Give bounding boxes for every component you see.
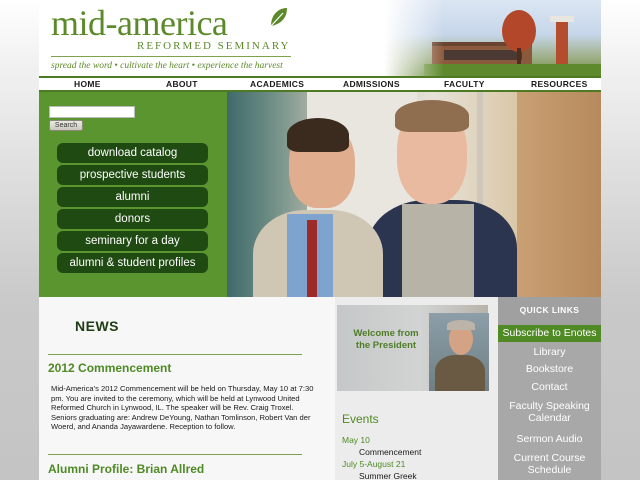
nav-home[interactable]: HOME [74, 79, 101, 89]
prospective-students-button[interactable]: prospective students [57, 165, 208, 185]
quick-link-bookstore[interactable]: Bookstore [498, 363, 601, 375]
quick-link-sermon-audio[interactable]: Sermon Audio [498, 433, 601, 445]
leaf-icon [270, 8, 287, 27]
page: mid-america REFORMED SEMINARY spread the… [39, 0, 601, 480]
quick-link-library[interactable]: Library [498, 346, 601, 358]
main-nav: HOME ABOUT ACADEMICS ADMISSIONS FACULTY … [39, 78, 601, 92]
quick-link-contact[interactable]: Contact [498, 381, 601, 393]
welcome-text: Welcome from the President [353, 328, 419, 351]
news-heading: NEWS [75, 318, 119, 334]
logo-subtitle: REFORMED SEMINARY [137, 40, 291, 52]
event-date: July 5-August 21 [342, 459, 406, 469]
search-button[interactable]: Search [49, 120, 83, 131]
left-panel: Search download catalog prospective stud… [39, 92, 227, 297]
nav-faculty[interactable]: FACULTY [444, 79, 485, 89]
content-area: NEWS 2012 Commencement Mid-America's 201… [39, 297, 601, 480]
article-body: Mid-America's 2012 Commencement will be … [51, 384, 314, 431]
campus-photo [384, 0, 601, 76]
donors-button[interactable]: donors [57, 209, 208, 229]
event-name[interactable]: Summer Greek [359, 471, 417, 480]
nav-resources[interactable]: RESOURCES [531, 79, 588, 89]
nav-academics[interactable]: ACADEMICS [250, 79, 304, 89]
download-catalog-button[interactable]: download catalog [57, 143, 208, 163]
seminary-for-a-day-button[interactable]: seminary for a day [57, 231, 208, 251]
tagline: spread the word • cultivate the heart • … [51, 61, 283, 71]
article-title-alumni-profile[interactable]: Alumni Profile: Brian Allred [48, 462, 204, 476]
middle-column: Welcome from the President Events May 10… [335, 297, 498, 480]
logo-divider [51, 56, 291, 57]
event-date: May 10 [342, 435, 370, 445]
quick-link-faculty-speaking-calendar[interactable]: Faculty Speaking Calendar [498, 400, 601, 424]
hero-photo [227, 92, 601, 297]
quick-link-course-schedule[interactable]: Current Course Schedule [498, 452, 601, 476]
news-divider [48, 454, 302, 455]
president-photo [429, 313, 489, 391]
article-title-commencement[interactable]: 2012 Commencement [48, 361, 171, 375]
events-heading: Events [342, 412, 379, 426]
search-input[interactable] [49, 106, 135, 118]
quick-links-heading: QUICK LINKS [498, 297, 601, 325]
welcome-president-banner[interactable]: Welcome from the President [337, 305, 489, 391]
quick-links-sidebar: QUICK LINKS Subscribe to Enotes Library … [498, 297, 601, 480]
quick-link-subscribe-enotes[interactable]: Subscribe to Enotes [498, 325, 601, 342]
alumni-button[interactable]: alumni [57, 187, 208, 207]
site-header: mid-america REFORMED SEMINARY spread the… [39, 0, 601, 76]
news-divider [48, 354, 302, 355]
news-section: NEWS 2012 Commencement Mid-America's 201… [39, 297, 335, 480]
site-logo[interactable]: mid-america [51, 4, 228, 42]
nav-about[interactable]: ABOUT [166, 79, 198, 89]
event-name[interactable]: Commencement [359, 447, 421, 457]
nav-admissions[interactable]: ADMISSIONS [343, 79, 400, 89]
alumni-student-profiles-button[interactable]: alumni & student profiles [57, 253, 208, 273]
